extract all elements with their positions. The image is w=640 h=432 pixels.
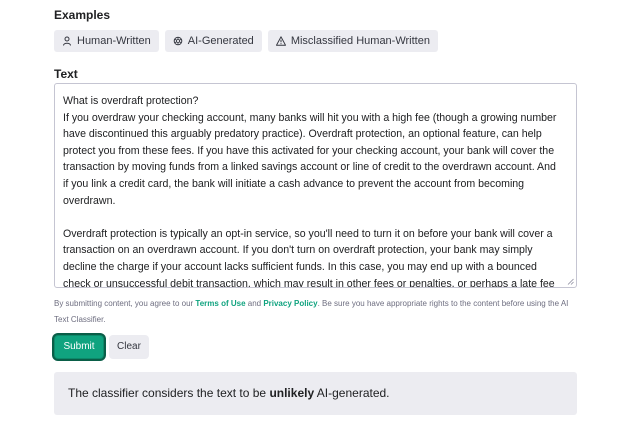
- disclaimer-text: By submitting content, you agree to our: [54, 299, 196, 308]
- person-icon: [63, 36, 71, 46]
- warning-icon: [275, 36, 286, 46]
- chip-label: AI-Generated: [187, 35, 254, 47]
- example-chips: Human-Written AI-Generated Misclassified…: [54, 30, 438, 52]
- submit-button[interactable]: Submit: [54, 335, 104, 359]
- result-verdict: unlikely: [269, 386, 315, 400]
- disclaimer-text: and: [245, 299, 264, 308]
- example-chip-human-written[interactable]: Human-Written: [54, 30, 159, 52]
- text-input[interactable]: What is overdraft protection? If you ove…: [54, 83, 577, 288]
- classification-result: The classifier considers the text to be …: [54, 372, 577, 415]
- openai-logo-icon: [173, 36, 183, 46]
- chip-label: Human-Written: [77, 35, 151, 47]
- resize-handle-icon[interactable]: [567, 278, 574, 285]
- result-text: AI-generated.: [314, 386, 390, 400]
- text-paragraph: Overdraft protection is typically an opt…: [63, 227, 555, 288]
- text-heading: Text: [54, 67, 78, 81]
- examples-heading: Examples: [54, 8, 111, 22]
- terms-of-use-link[interactable]: Terms of Use: [195, 299, 245, 308]
- result-text: The classifier considers the text to be: [68, 386, 270, 400]
- chip-label: Misclassified Human-Written: [290, 35, 430, 47]
- terms-disclaimer: By submitting content, you agree to our …: [54, 296, 576, 328]
- example-chip-ai-generated[interactable]: AI-Generated: [164, 30, 262, 52]
- clear-button[interactable]: Clear: [109, 335, 149, 359]
- privacy-policy-link[interactable]: Privacy Policy: [263, 299, 317, 308]
- text-paragraph: What is overdraft protection? If you ove…: [63, 95, 557, 207]
- example-chip-misclassified[interactable]: Misclassified Human-Written: [267, 30, 438, 52]
